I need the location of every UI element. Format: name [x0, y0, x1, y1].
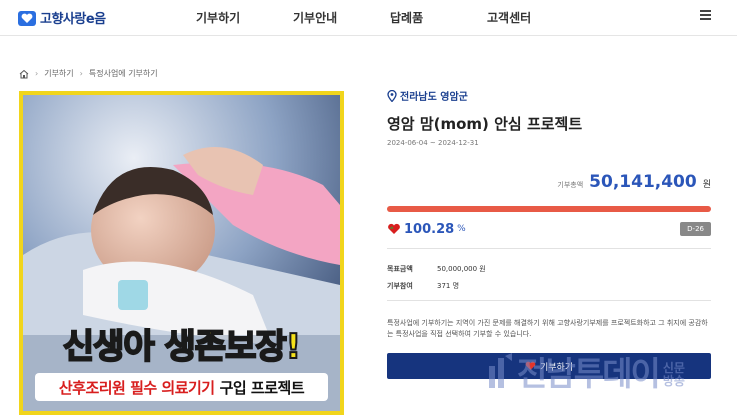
banner-subtitle: 산후조리원 필수 의료기기 구입 프로젝트: [35, 373, 328, 401]
project-period: 2024-06-04 ~ 2024-12-31: [387, 139, 479, 147]
total-amount-value: 50,141,400: [589, 172, 697, 192]
region-label: 전라남도 영암군: [387, 88, 711, 103]
top-navigation: 고향사랑e음 기부하기 기부안내 답례품 고객센터: [0, 0, 737, 36]
menu-icon[interactable]: [700, 10, 711, 20]
divider: [387, 248, 711, 249]
target-amount-label: 목표금액: [387, 265, 413, 273]
participants-row: 기부참여 371 명: [387, 281, 459, 291]
heart-icon: [388, 223, 400, 234]
nav-donate[interactable]: 기부하기: [196, 9, 240, 26]
region-name: 전라남도 영암군: [400, 92, 468, 103]
divider: [387, 300, 711, 301]
nav-gifts[interactable]: 답례품: [390, 9, 423, 26]
project-description: 특정사업에 기부하기는 지역이 가진 문제를 해결하기 위해 고향사랑기부제를 …: [387, 319, 708, 338]
progress-percent-row: 100.28 % D-26: [387, 218, 711, 240]
breadcrumb-item-donate[interactable]: 기부하기: [44, 68, 73, 79]
participants-label: 기부참여: [387, 282, 413, 290]
project-title: 영암 맘(mom) 안심 프로젝트: [387, 115, 583, 133]
dday-badge: D-26: [680, 222, 711, 236]
home-icon[interactable]: [19, 69, 29, 79]
watermark-text: 전남투데이: [517, 354, 661, 393]
newspaper-watermark: 전남투데이 신문 방송: [487, 352, 685, 390]
nav-donation-guide[interactable]: 기부안내: [293, 9, 337, 26]
site-logo[interactable]: 고향사랑e음: [18, 8, 106, 27]
total-amount-label: 기부총액: [557, 181, 584, 189]
total-amount-unit: 원: [702, 180, 711, 190]
breadcrumb-separator: ›: [79, 69, 83, 78]
target-amount-row: 목표금액 50,000,000 원: [387, 264, 486, 274]
breadcrumb: › 기부하기 › 특정사업에 기부하기: [19, 68, 158, 79]
target-amount-value: 50,000,000 원: [437, 265, 486, 273]
watermark-sub: 신문 방송: [663, 362, 685, 388]
participants-value: 371 명: [437, 282, 460, 290]
watermark-logo-icon: [489, 353, 512, 388]
nav-customer-center[interactable]: 고객센터: [487, 9, 531, 26]
breadcrumb-separator: ›: [35, 69, 39, 78]
total-amount-row: 기부총액 50,141,400 원: [387, 172, 711, 192]
progress-bar-fill: [387, 206, 711, 212]
banner-headline: 신생아 생존보장!: [62, 326, 302, 368]
breadcrumb-item-special-project[interactable]: 특정사업에 기부하기: [89, 68, 158, 79]
watermark-sub-2: 방송: [662, 374, 685, 388]
progress-percent-unit: %: [457, 224, 466, 234]
progress-percent-value: 100.28: [404, 221, 455, 237]
project-info-panel: 전라남도 영암군 영암 맘(mom) 안심 프로젝트 2024-06-04 ~ …: [387, 88, 711, 379]
banner-subtitle-red: 산후조리원 필수 의료기기: [58, 378, 215, 397]
location-pin-icon: [387, 89, 397, 102]
logo-heart-icon: [18, 10, 36, 26]
logo-text: 고향사랑e음: [40, 12, 106, 27]
progress-bar: [387, 206, 711, 212]
banner-subtitle-black: 구입 프로젝트: [219, 378, 305, 397]
project-banner-image: 신생아 생존보장! 산후조리원 필수 의료기기 구입 프로젝트: [19, 91, 344, 415]
